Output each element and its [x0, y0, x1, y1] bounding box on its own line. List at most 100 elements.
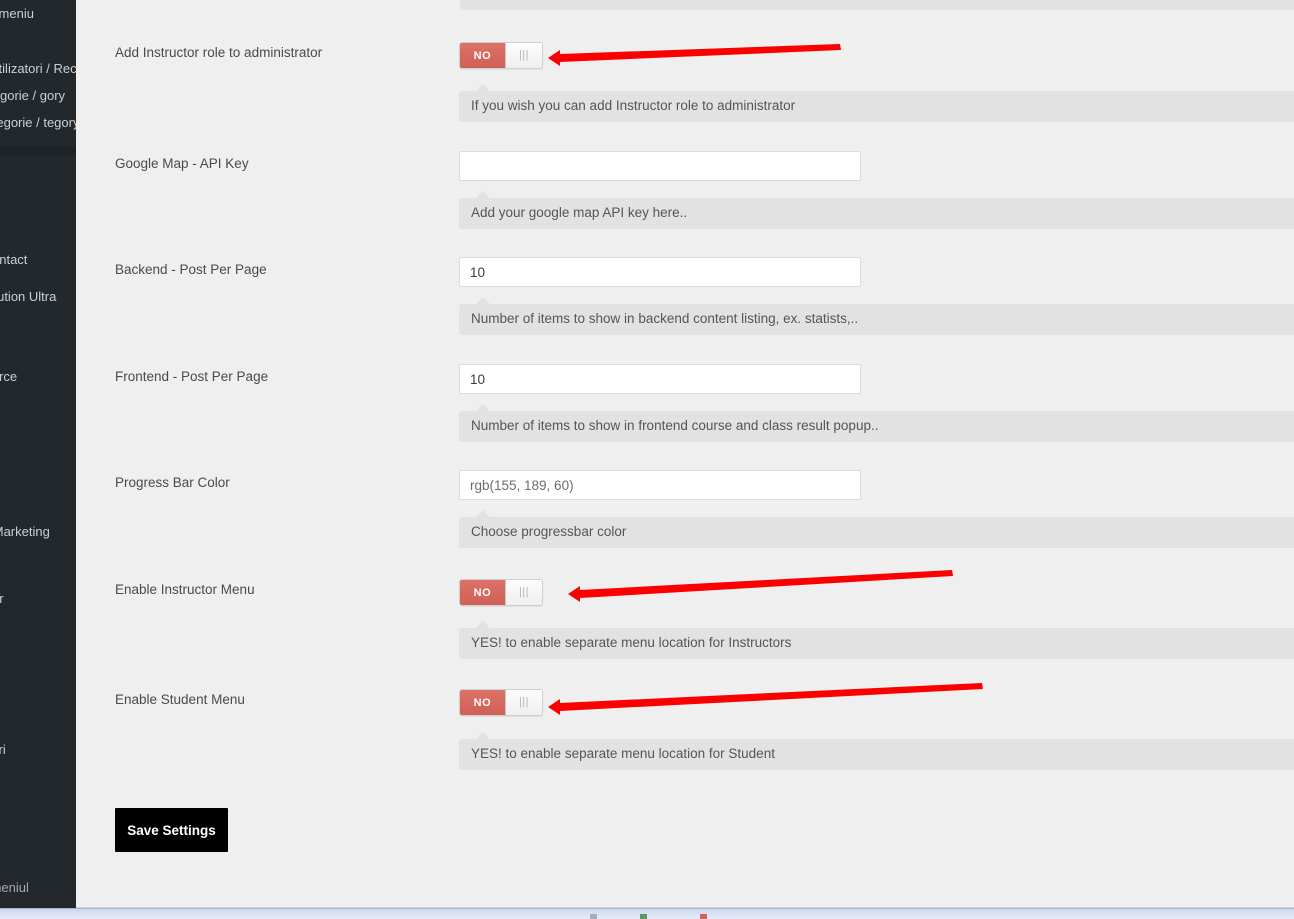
sidebar-item-formular-contact[interactable]: Formular Contact: [0, 246, 76, 273]
grip-icon: |||: [518, 49, 530, 61]
field-label: Enable Instructor Menu: [115, 582, 255, 597]
sidebar-item-modifica-categorie[interactable]: Modifică categorie / tegory: [0, 109, 76, 136]
field-control-wrapper: [459, 257, 861, 287]
help-bar-backend-post-per-page: Number of items to show in backend conte…: [459, 297, 1294, 335]
toggle-enable-instructor-menu[interactable]: NO |||: [459, 579, 543, 606]
sidebar-item-label: Plugin-uri / Marketing: [0, 523, 50, 539]
help-text: Add your google map API key here..: [471, 205, 688, 220]
help-bar-enable-student-menu: YES! to enable separate menu location fo…: [459, 732, 1294, 770]
caret-up-icon: [475, 297, 491, 305]
wp-admin-sidebar[interactable]: Configurare meniu Modele de utilizatori …: [0, 0, 76, 908]
wp-admin-sidebar-inner: Configurare meniu Modele de utilizatori …: [0, 0, 76, 901]
help-bar-google-map-api-key: Add your google map API key here..: [459, 191, 1294, 229]
sidebar-item-aspecte[interactable]: Aspecte: [0, 479, 76, 506]
field-label: Backend - Post Per Page: [115, 262, 267, 277]
sidebar-separator: [0, 427, 76, 439]
toggle-state-label: NO: [460, 43, 505, 68]
screenshot-root: Configurare meniu Modele de utilizatori …: [0, 0, 1294, 919]
input-backend-post-per-page[interactable]: [459, 257, 861, 287]
help-bar-progress-bar-color: Choose progressbar color: [459, 510, 1294, 548]
sidebar-separator: [0, 156, 76, 209]
sidebar-item-administrator[interactable]: Administrator: [0, 585, 76, 612]
field-label: Add Instructor role to administrator: [115, 45, 323, 60]
input-google-map-api-key[interactable]: [459, 151, 861, 181]
sidebar-item-comentarii[interactable]: Comentarii: [0, 209, 76, 236]
sidebar-item-label: Modifică categorie / tegory: [0, 115, 76, 130]
help-bar-cutoff-top: [460, 0, 1294, 10]
sidebar-separator: [0, 545, 76, 585]
toggle-add-instructor-role[interactable]: NO |||: [459, 42, 543, 69]
help-text: Number of items to show in frontend cour…: [471, 418, 879, 433]
field-label: Enable Student Menu: [115, 692, 245, 707]
grip-icon: |||: [518, 586, 530, 598]
sidebar-item-actualizari[interactable]: Actualizări: [0, 439, 76, 468]
toggle-handle[interactable]: |||: [505, 690, 542, 715]
toggle-state-label: NO: [460, 690, 505, 715]
sidebar-item-adauga-categorie[interactable]: Adaugă categorie / gory: [0, 82, 76, 109]
help-bar-add-instructor-role: If you wish you can add Instructor role …: [459, 84, 1294, 122]
sidebar-separator: [0, 27, 76, 55]
toggle-handle[interactable]: |||: [505, 43, 542, 68]
caret-up-icon: [475, 510, 491, 518]
field-label: Google Map - API Key: [115, 156, 249, 171]
sidebar-item-label: Configurare meniu: [0, 6, 34, 21]
sidebar-collapse-menu-button[interactable]: Restrânge meniul: [0, 874, 76, 901]
sidebar-separator: [0, 310, 76, 363]
sidebar-separator: [0, 136, 76, 146]
field-label: Progress Bar Color: [115, 475, 230, 490]
sidebar-item-marketing[interactable]: Plugin-uri / Marketing: [0, 518, 76, 545]
os-taskbar-sliver[interactable]: [0, 908, 1294, 919]
sidebar-item-unelte[interactable]: Unelte: [0, 621, 76, 648]
sidebar-item-label: Utilizatori / ori: [0, 741, 6, 757]
toggle-state-label: NO: [460, 580, 505, 605]
help-text: Choose progressbar color: [471, 524, 627, 539]
caret-up-icon: [475, 732, 491, 740]
help-bar-frontend-post-per-page: Number of items to show in frontend cour…: [459, 404, 1294, 442]
help-text: Number of items to show in backend conte…: [471, 311, 859, 326]
sidebar-item-produse[interactable]: Produse: [0, 400, 76, 427]
sidebar-item-woocommerce[interactable]: WooCommerce: [0, 363, 76, 390]
field-control-wrapper: NO |||: [459, 579, 543, 611]
field-control-wrapper: [459, 364, 861, 394]
sidebar-item-slider-revolution[interactable]: Slider Revolution Ultra: [0, 283, 76, 310]
caret-up-icon: [475, 621, 491, 629]
sidebar-item-label: Modele de utilizatori / Recomandations: [0, 61, 76, 76]
sidebar-item-utilizatori[interactable]: Utilizatori / ori: [0, 736, 76, 763]
taskbar-icon-1[interactable]: [590, 914, 597, 919]
input-progress-bar-color[interactable]: [459, 470, 861, 500]
sidebar-collapse-label: Restrânge meniul: [0, 879, 29, 895]
sidebar-divider: [0, 146, 76, 156]
caret-up-icon: [475, 191, 491, 199]
taskbar-icon-3[interactable]: [700, 914, 707, 919]
save-settings-button[interactable]: Save Settings: [115, 808, 228, 852]
sidebar-separator: [0, 612, 76, 621]
sidebar-separator: [0, 273, 76, 283]
help-text: YES! to enable separate menu location fo…: [471, 635, 792, 650]
field-control-wrapper: [459, 151, 861, 181]
sidebar-item-label: Slider Revolution Ultra: [0, 289, 57, 304]
field-label: Frontend - Post Per Page: [115, 369, 269, 384]
toggle-handle[interactable]: |||: [505, 580, 542, 605]
field-control-wrapper: NO |||: [459, 42, 543, 74]
help-text: YES! to enable separate menu location fo…: [471, 746, 775, 761]
taskbar-icon-2[interactable]: [640, 914, 647, 919]
grip-icon: |||: [518, 696, 530, 708]
toggle-enable-student-menu[interactable]: NO |||: [459, 689, 543, 716]
sidebar-item-label: Adaugă categorie / gory: [0, 88, 66, 103]
sidebar-separator: [0, 468, 76, 479]
help-bar-enable-instructor-menu: YES! to enable separate menu location fo…: [459, 621, 1294, 659]
caret-up-icon: [475, 404, 491, 412]
sidebar-separator: [0, 236, 76, 246]
sidebar-separator: [0, 390, 76, 400]
field-control-wrapper: NO |||: [459, 689, 543, 721]
sidebar-item-recomandations[interactable]: Modele de utilizatori / Recomandations: [0, 55, 76, 82]
sidebar-item-label: Administrator: [0, 590, 4, 606]
sidebar-item-label: Formular Contact: [0, 252, 28, 267]
sidebar-separator: [0, 648, 76, 736]
help-text: If you wish you can add Instructor role …: [471, 98, 796, 113]
sidebar-separator: [0, 763, 76, 874]
input-frontend-post-per-page[interactable]: [459, 364, 861, 394]
caret-up-icon: [475, 84, 491, 92]
field-control-wrapper: [459, 470, 861, 500]
sidebar-item-configurare-meniu[interactable]: Configurare meniu: [0, 0, 76, 27]
